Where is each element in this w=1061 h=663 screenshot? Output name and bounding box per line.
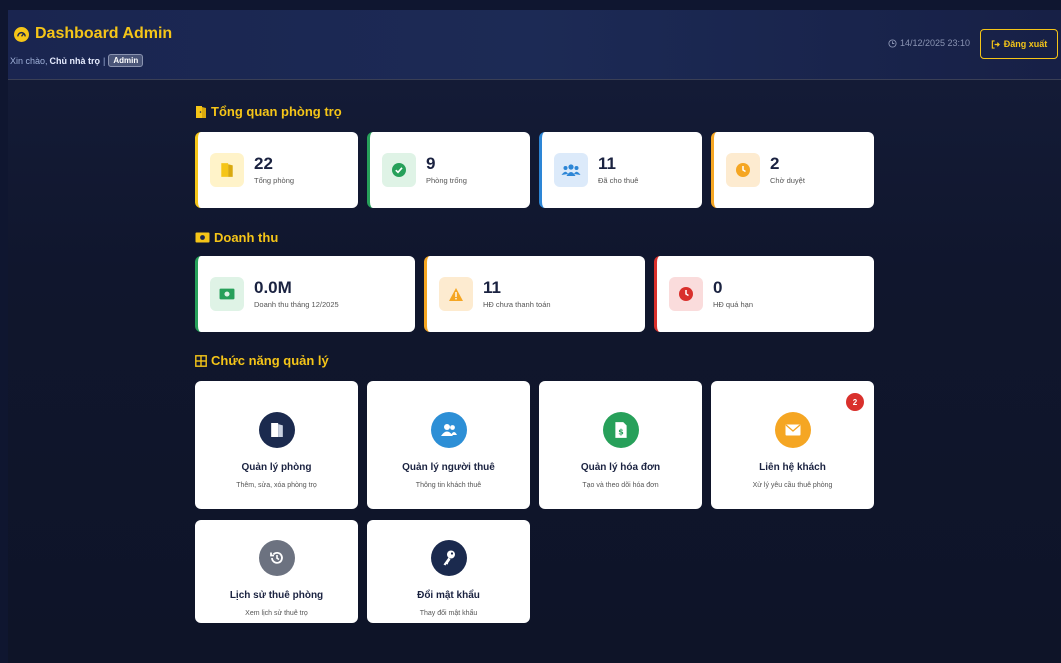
- stat-card-overdue-contracts: 0 HĐ quá hạn: [654, 256, 874, 332]
- warning-icon: [439, 277, 473, 311]
- feature-desc: Thông tin khách thuê: [415, 482, 482, 489]
- gauge-icon: [14, 26, 29, 42]
- stat-card-pending: 2 Chờ duyệt: [711, 132, 874, 208]
- feature-card-invoice-management[interactable]: $ Quản lý hóa đơn Tạo và theo dõi hóa đơ…: [539, 381, 702, 509]
- users-icon: [430, 412, 467, 448]
- feature-title: Đổi mật khẩu: [417, 590, 480, 601]
- svg-text:$: $: [618, 428, 623, 437]
- notification-badge: 2: [846, 393, 864, 411]
- stat-card-rented-rooms: 11 Đã cho thuê: [539, 132, 702, 208]
- overview-title: Tổng quan phòng trọ: [211, 104, 342, 119]
- features-heading: Chức năng quản lý: [195, 353, 329, 368]
- invoice-icon: $: [602, 412, 639, 448]
- feature-title: Lịch sử thuê phòng: [229, 590, 324, 601]
- feature-title: Quản lý hóa đơn: [580, 462, 661, 473]
- stat-value: 22: [254, 154, 273, 173]
- feature-desc: Thay đổi mật khẩu: [419, 610, 478, 617]
- feature-title: Liên hệ khách: [759, 462, 826, 473]
- stat-value: 11: [598, 154, 616, 173]
- users-icon: [554, 153, 588, 187]
- stat-label: HĐ chưa thanh toán: [483, 300, 551, 309]
- money-icon: [195, 232, 210, 243]
- greeting-text: Xin chào,: [10, 55, 48, 66]
- top-bar: Dashboard Admin Xin chào, Chủ nhà trọ | …: [8, 10, 1061, 80]
- feature-title: Quản lý phòng: [241, 462, 312, 473]
- feature-title: Quản lý người thuê: [402, 462, 495, 473]
- datetime-text: 14/12/2025 23:10: [900, 38, 971, 48]
- app-title: Dashboard Admin: [35, 25, 173, 42]
- feature-card-contact-customers[interactable]: 2 Liên hệ khách Xử lý yêu cầu thuê phòng: [711, 381, 874, 509]
- feature-card-tenant-management[interactable]: Quản lý người thuê Thông tin khách thuê: [367, 381, 530, 509]
- check-circle-icon: [382, 153, 416, 187]
- door-icon: [258, 412, 295, 448]
- stat-label: Tổng phòng: [254, 176, 295, 185]
- welcome-line: Xin chào, Chủ nhà trọ | Admin: [10, 54, 144, 67]
- features-title: Chức năng quản lý: [211, 353, 329, 368]
- stat-value: 9: [426, 154, 436, 173]
- stat-value: 2: [770, 154, 780, 173]
- dashboard-frame: Dashboard Admin Xin chào, Chủ nhà trọ | …: [8, 10, 1061, 663]
- stat-card-total-rooms: 22 Tổng phòng: [195, 132, 358, 208]
- brand: Dashboard Admin: [14, 25, 172, 43]
- feature-desc: Tạo và theo dõi hóa đơn: [582, 482, 659, 489]
- feature-desc: Thêm, sửa, xóa phòng trọ: [236, 482, 317, 489]
- stat-card-vacant-rooms: 9 Phòng trống: [367, 132, 530, 208]
- stat-label: Doanh thu tháng 12/2025: [254, 300, 339, 309]
- revenue-title: Doanh thu: [214, 230, 279, 245]
- separator: |: [103, 55, 106, 66]
- stat-label: HĐ quá hạn: [713, 300, 754, 309]
- logout-icon: [991, 39, 1000, 49]
- stat-label: Đã cho thuê: [598, 176, 639, 185]
- user-name: Chủ nhà trọ: [49, 55, 101, 66]
- clock-icon: [669, 277, 703, 311]
- grid-icon: [195, 354, 207, 367]
- stat-value: 0: [713, 278, 723, 297]
- logout-button[interactable]: Đăng xuất: [980, 29, 1058, 59]
- envelope-icon: [774, 412, 811, 448]
- logout-label: Đăng xuất: [1003, 39, 1048, 49]
- history-icon: [258, 540, 295, 576]
- feature-card-rental-history[interactable]: Lịch sử thuê phòng Xem lịch sử thuê trọ: [195, 520, 358, 623]
- door-icon: [210, 153, 244, 187]
- overview-heading: Tổng quan phòng trọ: [195, 104, 342, 119]
- stat-label: Phòng trống: [426, 176, 467, 185]
- stat-card-unpaid-contracts: 11 HĐ chưa thanh toán: [424, 256, 645, 332]
- stat-value: 11: [483, 278, 501, 297]
- feature-card-change-password[interactable]: Đổi mật khẩu Thay đổi mật khẩu: [367, 520, 530, 623]
- clock-icon: [888, 38, 897, 48]
- clock-icon: [726, 153, 760, 187]
- role-badge: Admin: [108, 54, 144, 67]
- stat-label: Chờ duyệt: [770, 176, 805, 185]
- feature-desc: Xem lịch sử thuê trọ: [245, 610, 308, 617]
- door-icon: [196, 105, 206, 118]
- feature-desc: Xử lý yêu cầu thuê phòng: [752, 482, 833, 489]
- money-icon: [210, 277, 244, 311]
- stat-card-monthly-revenue: 0.0M Doanh thu tháng 12/2025: [195, 256, 415, 332]
- datetime-display: 14/12/2025 23:10: [888, 38, 970, 48]
- key-icon: [430, 540, 467, 576]
- feature-card-room-management[interactable]: Quản lý phòng Thêm, sửa, xóa phòng trọ: [195, 381, 358, 509]
- revenue-heading: Doanh thu: [195, 230, 278, 245]
- stat-value: 0.0M: [254, 278, 292, 297]
